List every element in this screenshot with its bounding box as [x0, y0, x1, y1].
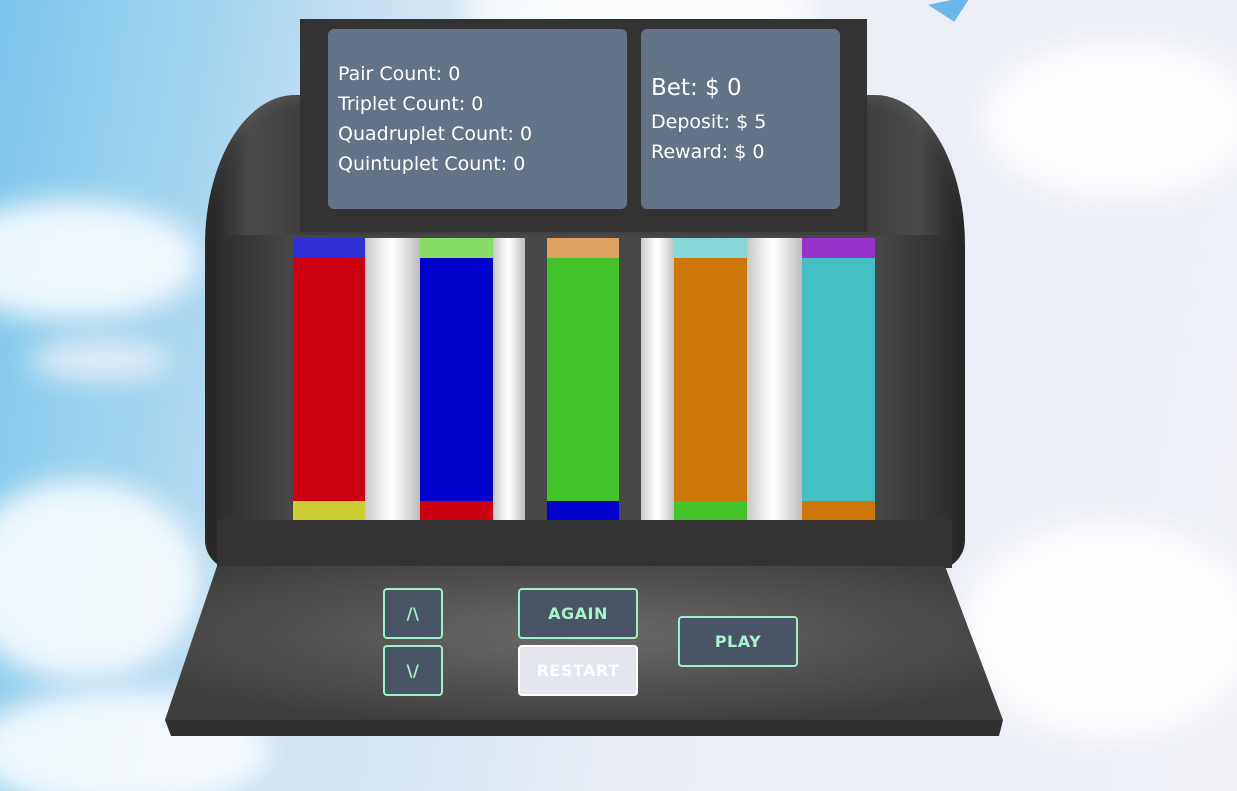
restart-button[interactable]: RESTART	[518, 645, 638, 696]
match-counts-panel: Pair Count: 0 Triplet Count: 0 Quadruple…	[328, 29, 627, 209]
reel-2-center-symbol	[420, 258, 493, 501]
again-button[interactable]: AGAIN	[518, 588, 638, 639]
reel-4-top-symbol	[674, 238, 747, 258]
reel-divider	[493, 238, 525, 520]
play-button[interactable]: PLAY	[678, 616, 798, 667]
reel-5-top-symbol	[802, 238, 875, 258]
reel-1-top-symbol	[293, 238, 365, 258]
reel-1-bottom-symbol	[293, 501, 365, 520]
reel-2-top-symbol	[420, 238, 493, 258]
reel-4-bottom-symbol	[674, 501, 747, 520]
cloud	[0, 200, 200, 320]
deposit-amount: Deposit: $ 5	[651, 111, 767, 133]
drum-base	[217, 520, 952, 568]
reel-4	[674, 238, 747, 520]
cloud	[30, 340, 170, 380]
pair-count: Pair Count: 0	[338, 63, 461, 85]
reel-3-center-symbol	[547, 258, 619, 501]
reel-5-bottom-symbol	[802, 501, 875, 520]
reel-3	[547, 238, 619, 520]
reel-1-center-symbol	[293, 258, 365, 501]
bet-down-button[interactable]: \/	[383, 645, 443, 696]
triplet-count: Triplet Count: 0	[338, 93, 484, 115]
reel-1	[293, 238, 365, 520]
bird-icon	[928, 0, 976, 27]
bet-up-button[interactable]: /\	[383, 588, 443, 639]
reel-divider	[747, 238, 802, 520]
quintuplet-count: Quintuplet Count: 0	[338, 153, 526, 175]
cloud	[980, 40, 1237, 200]
reel-divider	[641, 238, 675, 520]
money-panel: Bet: $ 0 Deposit: $ 5 Reward: $ 0	[641, 29, 840, 209]
bet-amount: Bet: $ 0	[651, 75, 742, 101]
quadruplet-count: Quadruplet Count: 0	[338, 123, 533, 145]
reel-3-top-symbol	[547, 238, 619, 258]
reel-2-bottom-symbol	[420, 501, 493, 520]
reels-area	[293, 238, 875, 520]
reel-4-center-symbol	[674, 258, 747, 501]
game-scene: Pair Count: 0 Triplet Count: 0 Quadruple…	[0, 0, 1237, 791]
reel-5	[802, 238, 875, 520]
reel-2	[420, 238, 493, 520]
reel-3-bottom-symbol	[547, 501, 619, 520]
reel-divider	[365, 238, 420, 520]
reward-amount: Reward: $ 0	[651, 141, 765, 163]
reel-5-center-symbol	[802, 258, 875, 501]
